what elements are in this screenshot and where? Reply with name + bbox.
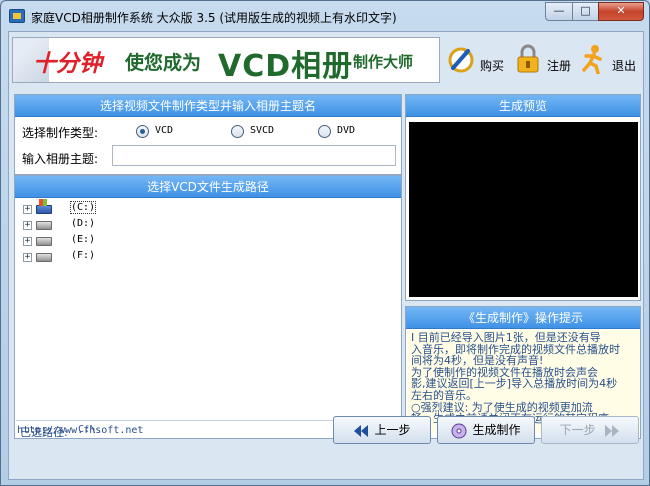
radio-svcd-indicator (231, 125, 244, 138)
radio-vcd-label: VCD (155, 125, 174, 136)
radio-vcd[interactable]: VCD (136, 125, 186, 139)
drive-label-e: (E:) (71, 234, 96, 245)
radio-vcd-indicator (136, 125, 149, 138)
prev-label: 上一步 (374, 423, 411, 437)
theme-label: 输入相册主题: (22, 152, 99, 166)
buy-label: 购买 (480, 59, 505, 73)
drive-icon (36, 253, 52, 262)
drive-label-f: (F:) (71, 250, 96, 261)
banner-text-3: VCD相册 (218, 49, 354, 83)
banner-text-1: 十分钟 (33, 50, 102, 77)
running-man-icon (582, 45, 602, 74)
preview-panel-header: 生成预览 (406, 95, 640, 117)
maximize-button[interactable]: □ (572, 2, 599, 21)
expand-icon[interactable]: + (23, 205, 32, 214)
preview-screen (409, 122, 638, 297)
banner-text-2: 使您成为 (125, 52, 202, 74)
exit-button[interactable]: 退出 (580, 44, 640, 76)
path-panel-header: 选择VCD文件生成路径 (15, 176, 401, 198)
radio-dvd[interactable]: DVD (318, 125, 368, 139)
app-icon (9, 9, 25, 23)
tips-panel-header: 《生成制作》操作提示 (406, 307, 640, 329)
register-button[interactable]: 注册 (515, 44, 575, 76)
expand-icon[interactable]: + (23, 253, 32, 262)
website-link[interactable]: http://www.fhsoft.net (17, 425, 143, 436)
minimize-button[interactable]: — (545, 2, 573, 21)
banner: 十分钟 使您成为 VCD相册 制作大师 (12, 37, 440, 83)
tips-line: 左右的音乐。 (411, 388, 477, 402)
double-left-arrow-icon (354, 424, 369, 437)
next-label: 下一步 (559, 423, 596, 437)
system-drive-icon (36, 199, 52, 214)
drive-label-d: (D:) (71, 218, 96, 229)
disc-icon (451, 423, 467, 438)
radio-dvd-label: DVD (337, 125, 356, 136)
register-label: 注册 (547, 59, 572, 73)
drive-icon (36, 237, 52, 246)
next-button[interactable]: 下一步 (541, 416, 639, 444)
make-button[interactable]: 生成制作 (437, 416, 535, 444)
radio-dvd-indicator (318, 125, 331, 138)
app-window: 家庭VCD相册制作系统 大众版 3.5 (试用版生成的视频上有水印文字) — □… (0, 0, 650, 486)
expand-icon[interactable]: + (23, 237, 32, 246)
close-button[interactable]: ✕ (598, 2, 644, 21)
theme-input[interactable] (112, 145, 396, 166)
buy-icon (448, 47, 474, 73)
radio-svcd[interactable]: SVCD (231, 125, 291, 139)
tips-line: I 目前已经导入图片1张，但是还没有导 (411, 331, 601, 344)
expand-icon[interactable]: + (23, 221, 32, 230)
preview-panel: 生成预览 (405, 94, 641, 301)
double-right-arrow-icon (605, 424, 620, 437)
settings-panel-header: 选择视频文件制作类型并输入相册主题名 (15, 95, 401, 117)
type-label: 选择制作类型: (22, 126, 99, 140)
buy-button[interactable]: 购买 (448, 44, 508, 76)
make-label: 生成制作 (472, 423, 521, 437)
drive-icon (36, 221, 52, 230)
main-client-area: 十分钟 使您成为 VCD相册 制作大师 购买 注册 退出 选择视频文件制作类型并… (8, 31, 644, 480)
drive-label-c: (C:) (69, 201, 97, 214)
banner-text-4: 制作大师 (353, 53, 414, 71)
window-title: 家庭VCD相册制作系统 大众版 3.5 (试用版生成的视频上有水印文字) (31, 11, 397, 25)
radio-svcd-label: SVCD (250, 125, 275, 136)
path-panel: 选择VCD文件生成路径 + (C:) + (D:) + (E:) + (F:) (14, 175, 402, 439)
exit-label: 退出 (612, 59, 637, 73)
prev-button[interactable]: 上一步 (333, 416, 431, 444)
lock-icon (517, 44, 539, 73)
title-bar[interactable]: 家庭VCD相册制作系统 大众版 3.5 (试用版生成的视频上有水印文字) — □… (1, 1, 649, 31)
